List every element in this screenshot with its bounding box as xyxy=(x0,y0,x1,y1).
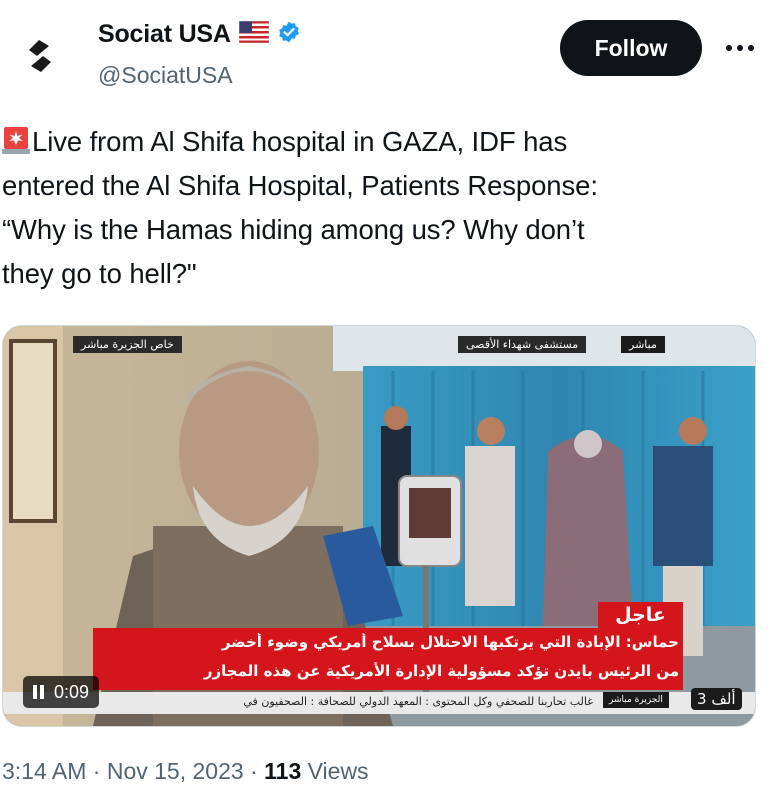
account-handle[interactable]: @SociatUSA xyxy=(98,62,233,89)
playback-timer[interactable]: 0:09 xyxy=(23,676,100,708)
verified-badge-icon xyxy=(277,20,301,49)
tweet-text: Live from Al Shifa hospital in GAZA, IDF… xyxy=(2,120,762,296)
more-options-icon[interactable] xyxy=(720,30,760,66)
siren-emoji-icon xyxy=(2,124,30,154)
sociat-logo-icon xyxy=(29,40,51,72)
tweet-metadata: 3:14 AM · Nov 15, 2023 · 113 Views xyxy=(2,758,369,785)
video-player[interactable]: خاص الجزيرة مباشر مستشفى شهداء الأقصى مب… xyxy=(2,325,756,727)
tweet-header: Sociat USA @SociatUSA Follow xyxy=(0,0,772,110)
meta-separator: · xyxy=(250,758,258,784)
channel-badge-left: خاص الجزيرة مباشر xyxy=(73,336,182,353)
ticker-text: غالب تحاربنا للصحفي وكل المحتوى : المعهد… xyxy=(243,695,593,708)
display-name[interactable]: Sociat USA xyxy=(98,20,231,49)
post-time[interactable]: 3:14 AM xyxy=(2,758,86,784)
tweet-line: Live from Al Shifa hospital in GAZA, IDF… xyxy=(2,120,762,164)
views-count: 113 xyxy=(264,758,302,784)
views-label: Views xyxy=(307,758,369,784)
us-flag-icon xyxy=(238,20,270,48)
avatar[interactable] xyxy=(14,30,66,82)
tweet-line-4: they go to hell?" xyxy=(2,258,197,289)
pause-icon[interactable] xyxy=(33,685,44,699)
tweet-line-1: Live from Al Shifa hospital in GAZA, IDF… xyxy=(32,126,568,157)
channel-logo: الجزيرة مباشر xyxy=(603,692,669,708)
name-row: Sociat USA xyxy=(98,20,301,49)
breaking-label: عاجل xyxy=(598,602,683,628)
follow-button[interactable]: Follow xyxy=(560,20,702,76)
live-tag: مباشر xyxy=(621,336,665,353)
breaking-headline-1: حماس: الإبادة التي يرتكبها الاحتلال بسلا… xyxy=(221,633,679,651)
tweet-line-2: entered the Al Shifa Hospital, Patients … xyxy=(2,170,598,201)
video-time: 0:09 xyxy=(54,681,90,702)
tweet-line-3: “Why is the Hamas hiding among us? Why d… xyxy=(2,214,585,245)
corner-label: 3 ألف xyxy=(691,688,742,710)
location-badge: مستشفى شهداء الأقصى xyxy=(458,336,587,353)
post-date[interactable]: Nov 15, 2023 xyxy=(107,758,244,784)
meta-separator: · xyxy=(92,758,101,784)
breaking-headline-2: من الرئيس بايدن تؤكد مسؤولية الإدارة الأ… xyxy=(203,662,679,680)
